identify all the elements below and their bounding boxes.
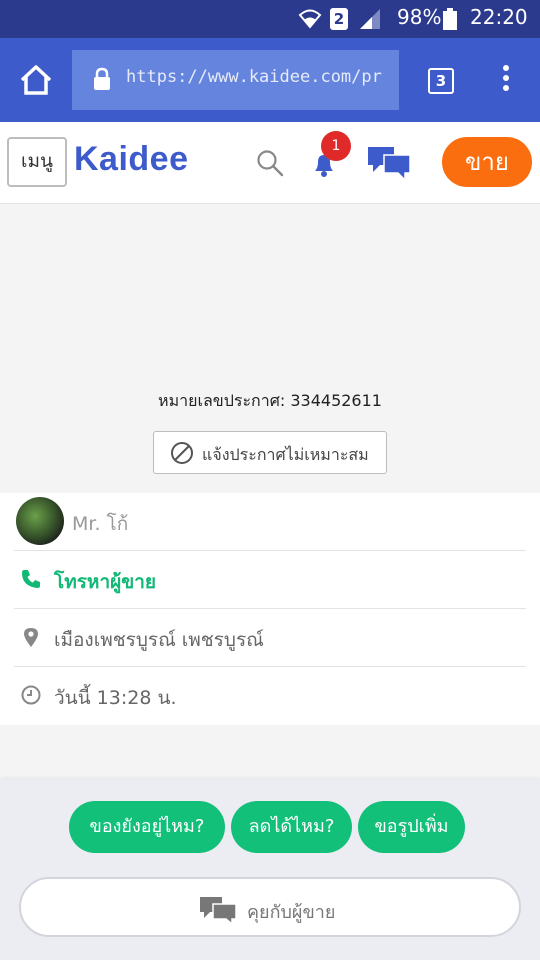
- call-seller-row[interactable]: โทรหาผู้ขาย: [14, 551, 526, 609]
- sim-icon: 2: [330, 8, 348, 30]
- chat-icon[interactable]: [366, 145, 412, 181]
- ad-info-section: หมายเลขประกาศ: 334452611 แจ้งประกาศไม่เห…: [0, 205, 540, 493]
- ad-number: หมายเลขประกาศ: 334452611: [158, 391, 382, 410]
- posted-time-text: วันนี้ 13:28 น.: [54, 687, 177, 709]
- wifi-icon: [298, 9, 322, 29]
- quick-reply-still-available[interactable]: ของยังอยู่ไหม?: [69, 801, 225, 853]
- chat-with-seller-button[interactable]: คุยกับผู้ขาย: [19, 877, 521, 937]
- battery-percentage: 98%: [397, 5, 442, 29]
- site-header: เมนู Kaidee 1 ขาย: [0, 122, 540, 204]
- battery-icon: [443, 8, 457, 30]
- avatar[interactable]: [16, 497, 64, 545]
- signal-icon: [360, 9, 380, 29]
- ban-icon: [171, 442, 193, 464]
- sell-button[interactable]: ขาย: [442, 137, 532, 187]
- location-pin-icon: [24, 628, 38, 647]
- posted-time-row: วันนี้ 13:28 น.: [14, 667, 526, 725]
- tab-switcher-button[interactable]: 3: [428, 68, 454, 94]
- overflow-menu-icon[interactable]: [498, 65, 514, 95]
- seller-card: Mr. โก้ โทรหาผู้ขาย เมืองเพชรบูรณ์ เพชรบ…: [0, 493, 540, 725]
- quick-reply-bar: ของยังอยู่ไหม? ลดได้ไหม? ขอรูปเพิ่ม คุยก…: [0, 780, 540, 960]
- kaidee-logo[interactable]: Kaidee: [74, 140, 189, 179]
- home-icon[interactable]: [18, 64, 54, 96]
- report-ad-button[interactable]: แจ้งประกาศไม่เหมาะสม: [153, 431, 387, 474]
- status-bar: 2 98% 22:20: [0, 0, 540, 38]
- quick-reply-discount[interactable]: ลดได้ไหม?: [231, 801, 352, 853]
- quick-reply-more-photos[interactable]: ขอรูปเพิ่ม: [358, 801, 465, 853]
- search-icon[interactable]: [256, 149, 284, 177]
- lock-icon: [94, 67, 110, 90]
- chat-bubbles-icon: [200, 897, 237, 924]
- url-text: https://www.kaidee.com/pr: [126, 67, 382, 87]
- report-ad-label: แจ้งประกาศไม่เหมาะสม: [202, 445, 369, 464]
- clock-icon: [21, 685, 41, 705]
- menu-button[interactable]: เมนู: [7, 137, 67, 187]
- obscured-content: [0, 725, 540, 787]
- location-text: เมืองเพชรบูรณ์ เพชรบูรณ์: [54, 629, 264, 651]
- seller-name: Mr. โก้: [72, 513, 129, 535]
- phone-icon: [22, 570, 40, 588]
- address-bar[interactable]: https://www.kaidee.com/pr: [72, 50, 399, 110]
- location-row: เมืองเพชรบูรณ์ เพชรบูรณ์: [14, 609, 526, 667]
- chat-with-seller-label: คุยกับผู้ขาย: [247, 902, 336, 923]
- notification-badge: 1: [321, 131, 351, 161]
- obscured-text-line: [22, 772, 382, 787]
- clock: 22:20: [470, 5, 528, 29]
- call-seller-link[interactable]: โทรหาผู้ขาย: [54, 567, 156, 597]
- browser-toolbar: https://www.kaidee.com/pr 3: [0, 38, 540, 122]
- seller-row[interactable]: Mr. โก้: [14, 493, 526, 551]
